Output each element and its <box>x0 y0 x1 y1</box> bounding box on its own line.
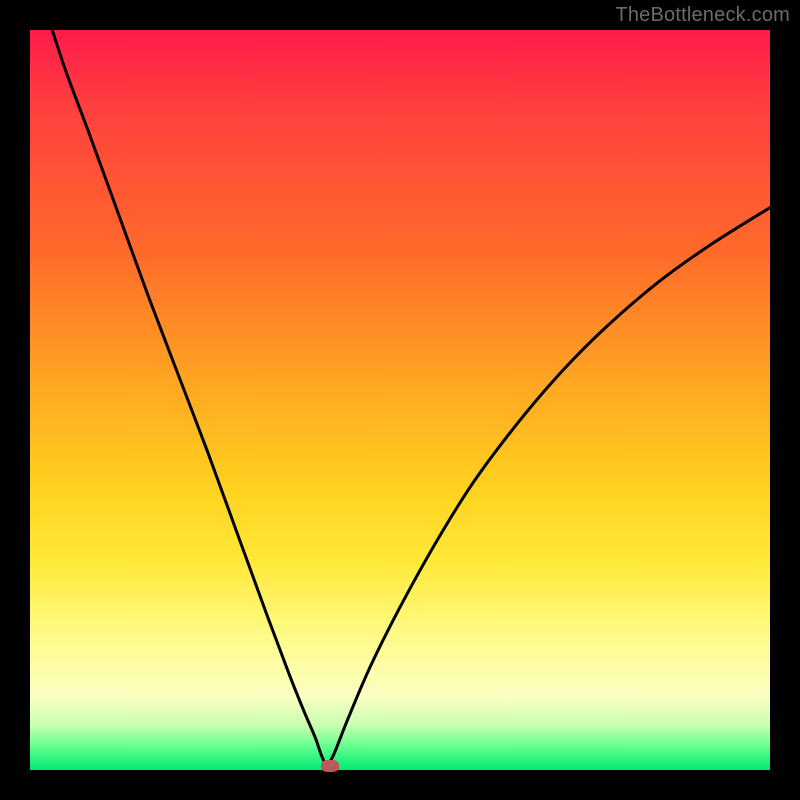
attribution-text: TheBottleneck.com <box>615 4 790 27</box>
bottleneck-curve <box>30 30 770 770</box>
optimal-point-marker <box>321 760 339 772</box>
chart-frame: TheBottleneck.com <box>0 0 800 800</box>
